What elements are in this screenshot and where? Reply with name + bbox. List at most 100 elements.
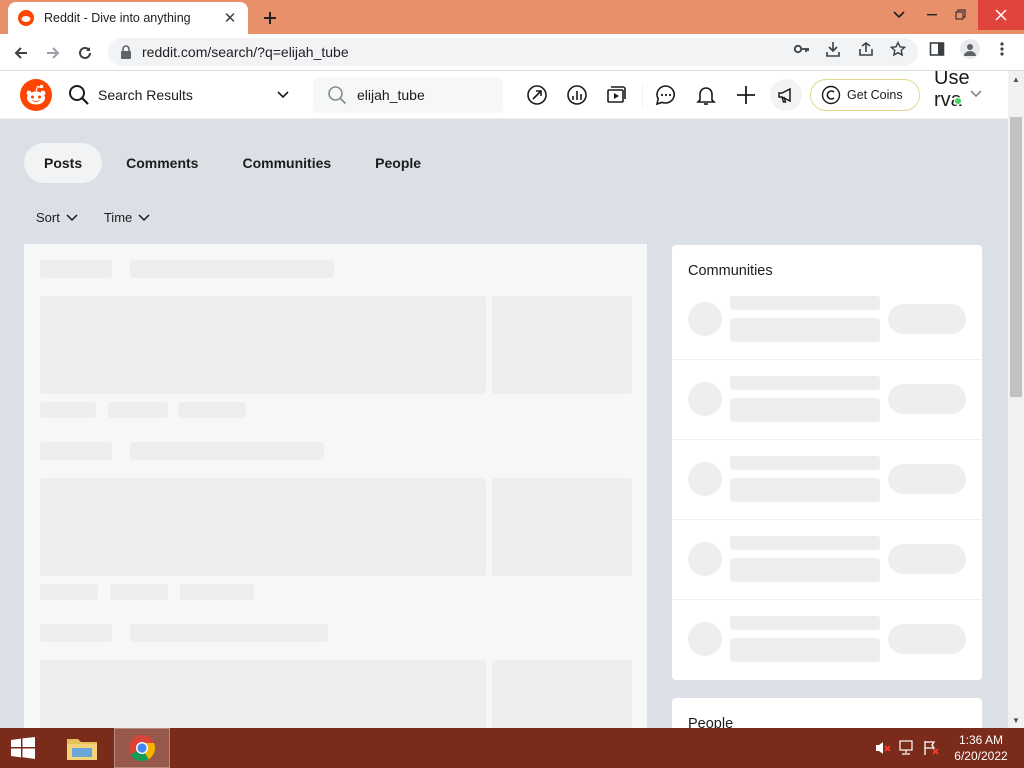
tab-people[interactable]: People <box>355 143 441 183</box>
tab-posts[interactable]: Posts <box>24 143 103 183</box>
community-row-skeleton <box>672 600 982 680</box>
chevron-down-icon <box>138 213 150 221</box>
search-filters: Sort Time <box>36 210 176 225</box>
key-icon[interactable] <box>793 40 811 58</box>
community-row-skeleton <box>672 520 982 600</box>
skeleton-button <box>888 384 966 414</box>
tab-communities[interactable]: Communities <box>222 143 351 183</box>
skeleton-button <box>888 304 966 334</box>
chrome-taskbar-icon[interactable] <box>114 728 170 768</box>
skeleton-button <box>888 544 966 574</box>
browser-tab[interactable]: Reddit - Dive into anything ✕ <box>8 2 248 34</box>
chevron-down-icon <box>970 90 982 98</box>
clock-time: 1:36 AM <box>958 733 1004 747</box>
communities-card: Communities <box>672 245 982 680</box>
scroll-thumb[interactable] <box>1010 117 1022 397</box>
communities-card-title: Communities <box>688 263 773 279</box>
header-divider <box>642 85 643 107</box>
community-row-skeleton <box>672 360 982 440</box>
skeleton-thumbnail <box>492 478 632 576</box>
online-status-dot <box>954 97 962 105</box>
skeleton-block <box>130 624 328 642</box>
chat-icon[interactable] <box>654 83 678 107</box>
get-coins-label: Get Coins <box>847 88 903 102</box>
skeleton-block <box>178 402 246 418</box>
skeleton-block <box>40 442 112 460</box>
notification-bell-icon[interactable] <box>694 83 718 107</box>
search-input[interactable]: elijah_tube <box>313 77 503 113</box>
side-panel-icon[interactable] <box>928 40 946 58</box>
skeleton-block <box>180 584 254 600</box>
arrow-left-icon <box>14 47 27 59</box>
action-center-flag-icon[interactable] <box>922 740 940 756</box>
skeleton-block <box>130 260 334 278</box>
plus-icon <box>264 12 276 24</box>
page-scrollbar[interactable]: ▲ ▼ <box>1008 71 1024 728</box>
network-icon[interactable] <box>898 740 916 756</box>
url-text: reddit.com/search/?q=elijah_tube <box>142 44 349 60</box>
scroll-up-arrow-icon[interactable]: ▲ <box>1008 71 1024 87</box>
chrome-menu-icon[interactable] <box>993 40 1011 58</box>
skeleton-block <box>110 584 168 600</box>
install-icon[interactable] <box>824 40 842 58</box>
reddit-favicon-icon <box>18 10 34 26</box>
time-label: Time <box>103 210 133 225</box>
skeleton-block <box>40 402 96 418</box>
skeleton-block <box>730 616 880 630</box>
arrow-right-icon <box>47 47 60 59</box>
tab-title: Reddit - Dive into anything <box>44 11 191 25</box>
time-dropdown[interactable]: Time <box>104 210 150 225</box>
user-menu[interactable]: Use rva <box>932 71 988 119</box>
skeleton-block <box>40 296 486 394</box>
close-window-button[interactable] <box>978 0 1024 30</box>
skeleton-block <box>730 376 880 390</box>
create-post-plus-icon[interactable] <box>734 83 758 107</box>
skeleton-block <box>730 398 880 422</box>
skeleton-block <box>40 478 486 576</box>
sort-dropdown[interactable]: Sort <box>36 210 78 225</box>
get-coins-button[interactable]: Get Coins <box>810 79 920 111</box>
search-icon <box>328 86 347 105</box>
skeleton-button <box>888 624 966 654</box>
feed-selector[interactable]: Search Results <box>68 79 290 111</box>
new-tab-button[interactable] <box>258 6 282 30</box>
scroll-down-arrow-icon[interactable]: ▼ <box>1008 712 1024 728</box>
popular-icon[interactable] <box>525 83 549 107</box>
tab-search-chevron-icon[interactable] <box>882 0 916 30</box>
reddit-logo-icon[interactable] <box>20 79 52 111</box>
tab-close-icon[interactable]: ✕ <box>222 10 238 27</box>
restore-button[interactable] <box>944 0 978 30</box>
all-icon[interactable] <box>565 83 589 107</box>
profile-avatar-icon[interactable] <box>960 39 980 59</box>
skeleton-block <box>730 478 880 502</box>
tab-comments[interactable]: Comments <box>106 143 218 183</box>
search-results-loading <box>24 244 647 728</box>
skeleton-block <box>730 536 880 550</box>
skeleton-block <box>730 296 880 310</box>
chevron-down-icon <box>66 213 78 221</box>
skeleton-block <box>40 624 112 642</box>
chevron-down-icon <box>277 91 289 99</box>
start-windows-icon[interactable] <box>8 736 38 760</box>
search-input-value: elijah_tube <box>357 87 425 103</box>
skeleton-thumbnail <box>492 296 632 394</box>
file-explorer-icon[interactable] <box>54 728 110 768</box>
volume-muted-icon[interactable] <box>874 740 892 756</box>
share-icon[interactable] <box>857 40 875 58</box>
skeleton-block <box>130 442 324 460</box>
reddit-header: Search Results elijah_tube Get Coins Use… <box>0 71 1008 119</box>
sort-label: Sort <box>36 210 60 225</box>
skeleton-block <box>730 638 880 662</box>
skeleton-block <box>730 318 880 342</box>
back-button[interactable] <box>8 40 34 66</box>
advertise-megaphone-icon[interactable] <box>770 79 802 111</box>
skeleton-button <box>888 464 966 494</box>
clock-date: 6/20/2022 <box>954 749 1008 763</box>
bookmark-star-icon[interactable] <box>889 40 907 58</box>
system-clock[interactable]: 1:36 AM 6/20/2022 <box>946 732 1016 764</box>
forward-button[interactable] <box>40 40 66 66</box>
reload-button[interactable] <box>72 40 98 66</box>
lock-icon <box>121 45 131 59</box>
feed-selector-label: Search Results <box>98 87 193 103</box>
video-icon[interactable] <box>605 83 629 107</box>
